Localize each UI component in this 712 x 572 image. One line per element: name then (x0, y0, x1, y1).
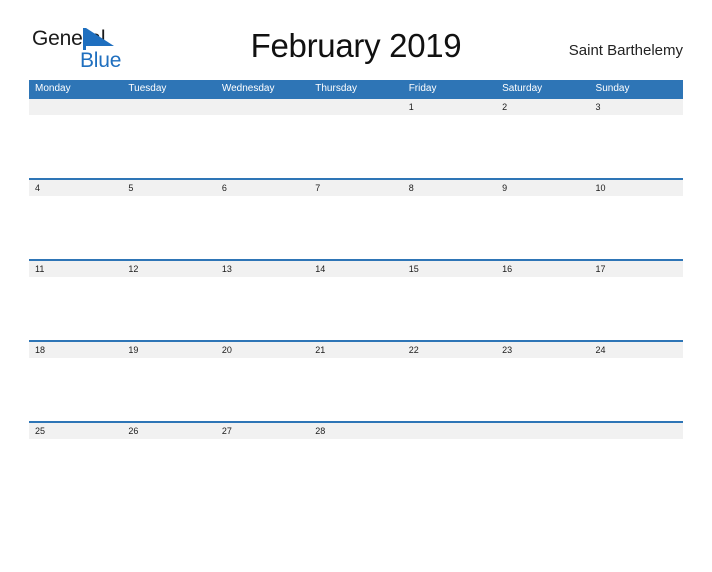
week-body-band (29, 196, 683, 259)
week-date-band: 4 5 6 7 8 9 10 (29, 180, 683, 196)
day-cell[interactable]: 25 (29, 423, 122, 439)
week-body-band (29, 277, 683, 340)
weekday-header-sunday: Sunday (595, 83, 630, 94)
day-cell[interactable] (29, 99, 122, 115)
day-cell[interactable]: 3 (590, 99, 683, 115)
weekday-header-saturday: Saturday (502, 83, 543, 94)
week-row: 1 2 3 (29, 97, 683, 178)
day-cell[interactable] (216, 99, 309, 115)
week-date-band: 25 26 27 28 (29, 423, 683, 439)
day-cell[interactable]: 15 (403, 261, 496, 277)
weekday-header-wednesday: Wednesday (221, 83, 275, 94)
day-cell[interactable]: 16 (496, 261, 589, 277)
weekday-header-thursday: Thursday (315, 83, 357, 94)
location-label: Saint Barthelemy (568, 42, 683, 59)
day-cell[interactable]: 7 (309, 180, 402, 196)
day-cell[interactable]: 27 (216, 423, 309, 439)
weekday-header-monday: Monday (35, 83, 71, 94)
day-cell[interactable] (309, 99, 402, 115)
week-body-band (29, 439, 683, 502)
day-cell[interactable]: 20 (216, 342, 309, 358)
day-cell[interactable]: 18 (29, 342, 122, 358)
day-cell[interactable]: 1 (403, 99, 496, 115)
week-row: 4 5 6 7 8 9 10 (29, 178, 683, 259)
day-cell[interactable]: 19 (122, 342, 215, 358)
day-cell[interactable]: 13 (216, 261, 309, 277)
day-cell[interactable]: 11 (29, 261, 122, 277)
day-cell[interactable]: 22 (403, 342, 496, 358)
calendar-page: General Blue February 2019 Saint Barthel… (0, 22, 712, 572)
day-cell[interactable] (496, 423, 589, 439)
calendar-grid: Monday Tuesday Wednesday Thursday Friday… (29, 80, 683, 502)
day-cell[interactable]: 21 (309, 342, 402, 358)
week-row: 18 19 20 21 22 23 24 (29, 340, 683, 421)
day-cell[interactable]: 10 (590, 180, 683, 196)
week-row: 25 26 27 28 (29, 421, 683, 502)
week-date-band: 1 2 3 (29, 99, 683, 115)
weekday-header-row: Monday Tuesday Wednesday Thursday Friday… (29, 80, 683, 97)
day-cell[interactable]: 23 (496, 342, 589, 358)
day-cell[interactable]: 26 (122, 423, 215, 439)
week-date-band: 18 19 20 21 22 23 24 (29, 342, 683, 358)
day-cell[interactable]: 28 (309, 423, 402, 439)
week-row: 11 12 13 14 15 16 17 (29, 259, 683, 340)
day-cell[interactable]: 17 (590, 261, 683, 277)
weekday-header-friday: Friday (408, 83, 437, 94)
day-cell[interactable]: 8 (403, 180, 496, 196)
day-cell[interactable]: 24 (590, 342, 683, 358)
day-cell[interactable]: 9 (496, 180, 589, 196)
weekday-header-tuesday: Tuesday (128, 83, 167, 94)
week-body-band (29, 115, 683, 178)
page-header: General Blue February 2019 Saint Barthel… (29, 22, 683, 80)
week-body-band (29, 358, 683, 421)
day-cell[interactable]: 2 (496, 99, 589, 115)
day-cell[interactable]: 12 (122, 261, 215, 277)
day-cell[interactable]: 4 (29, 180, 122, 196)
day-cell[interactable]: 6 (216, 180, 309, 196)
week-date-band: 11 12 13 14 15 16 17 (29, 261, 683, 277)
day-cell[interactable]: 5 (122, 180, 215, 196)
day-cell[interactable] (122, 99, 215, 115)
day-cell[interactable] (590, 423, 683, 439)
day-cell[interactable]: 14 (309, 261, 402, 277)
day-cell[interactable] (403, 423, 496, 439)
